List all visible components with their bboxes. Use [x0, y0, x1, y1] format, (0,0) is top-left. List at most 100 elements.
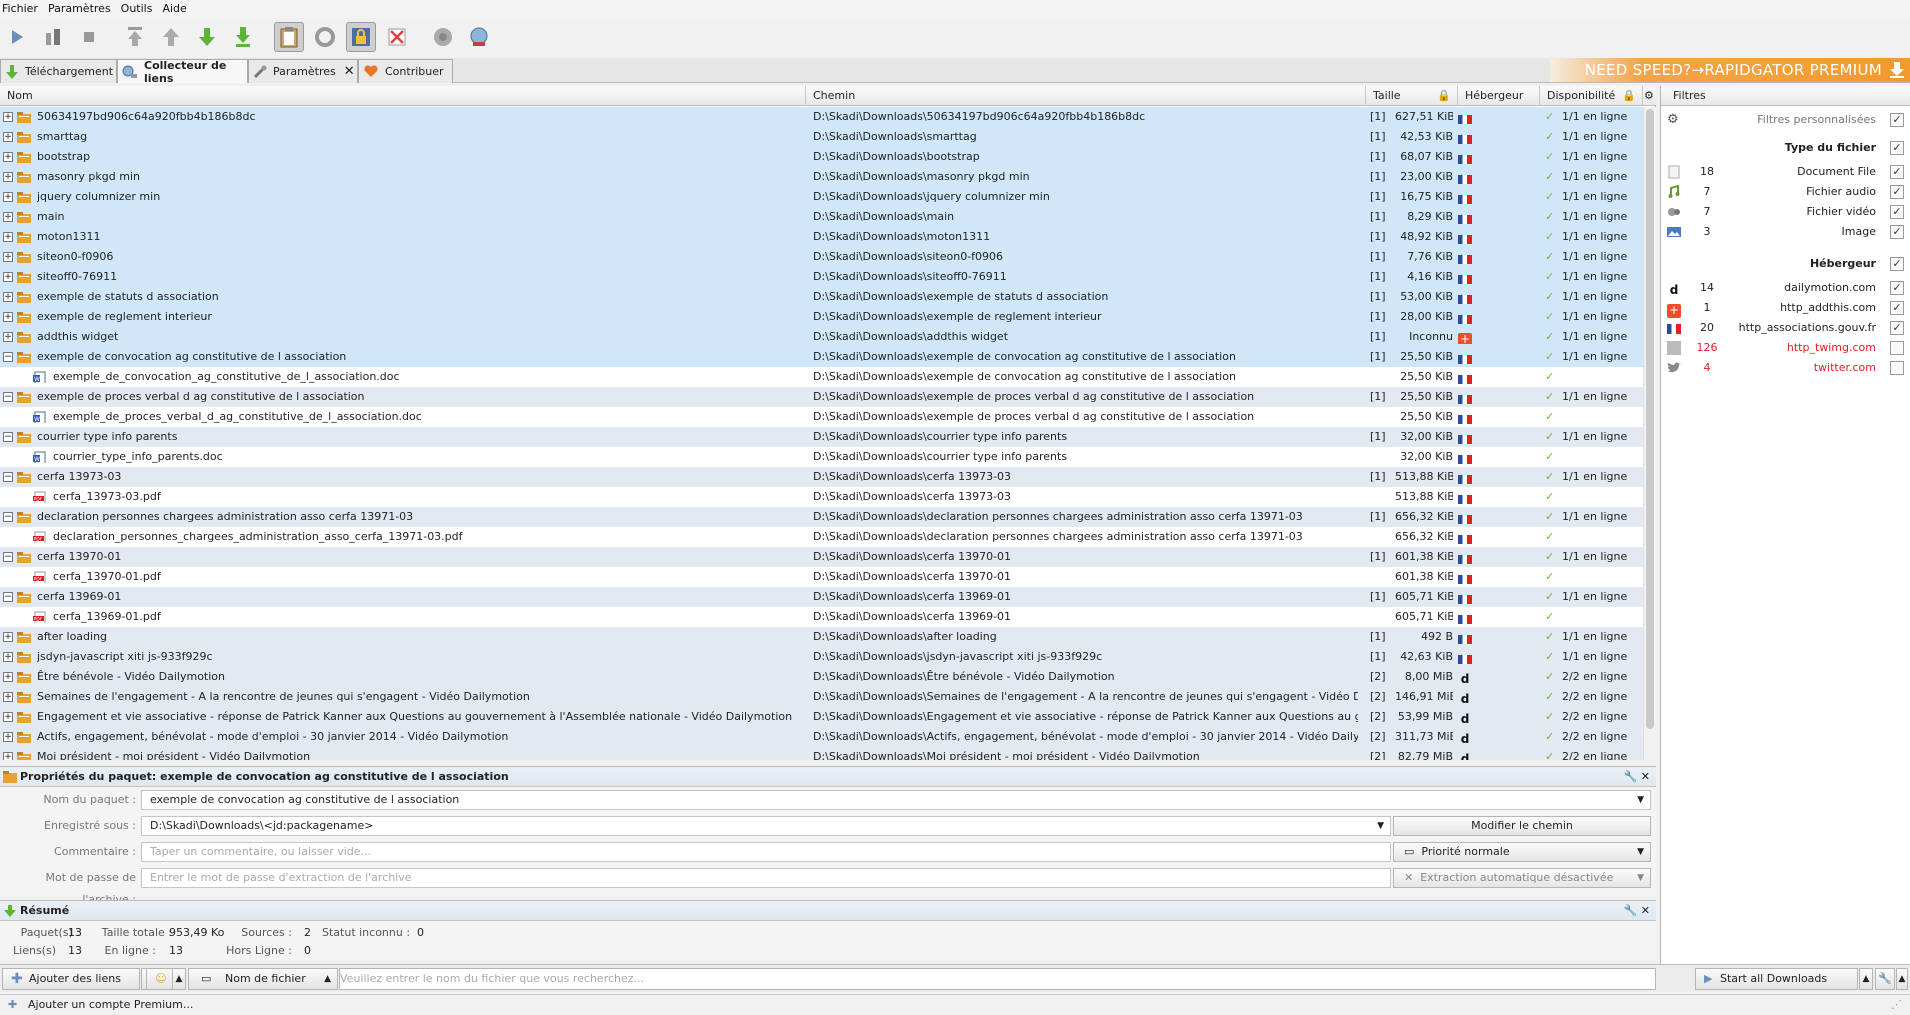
expand-toggle[interactable]: +	[3, 292, 13, 302]
pause-button[interactable]	[38, 22, 68, 52]
package-row[interactable]: − exemple de proces verbal d ag constitut…	[0, 387, 1643, 407]
package-row[interactable]: − declaration personnes chargees administ…	[0, 507, 1643, 527]
tab-parametres[interactable]: Paramètres ✕	[248, 59, 358, 83]
reconnect-button[interactable]	[310, 22, 340, 52]
file-row[interactable]: PDF cerfa_13969-01.pdf D:\Skadi\Downloads\…	[0, 607, 1643, 627]
file-row[interactable]: Wcourrier_type_info_parents.doc D:\Skadi\…	[0, 447, 1643, 467]
move-up-button[interactable]	[156, 22, 186, 52]
menu-fichier[interactable]: Fichier	[0, 2, 46, 15]
package-row[interactable]: + main D:\Skadi\Downloads\main [1] 8,29 KiB ✓…	[0, 207, 1643, 227]
package-row[interactable]: − courrier type info parents D:\Skadi\Down…	[0, 427, 1643, 447]
start-all-downloads-button[interactable]: ▶ Start all Downloads	[1695, 968, 1858, 990]
filetype-filter-row[interactable]: 18 Document File ✓	[1661, 162, 1910, 182]
chevron-down-icon[interactable]: ▼	[1377, 817, 1384, 835]
filter-checkbox[interactable]: ✓	[1890, 281, 1904, 295]
comment-input[interactable]: Taper un commentaire, ou laisser vide...	[141, 842, 1391, 862]
search-mode-select[interactable]: ▭ Nom de fichier ▲	[188, 968, 338, 990]
file-row[interactable]: Wexemple_de_convocation_ag_constitutive_…	[0, 367, 1643, 387]
expand-toggle[interactable]: +	[3, 632, 13, 642]
chevron-down-icon[interactable]: ▼	[1637, 791, 1644, 809]
expand-toggle[interactable]: +	[3, 132, 13, 142]
close-icon[interactable]: ✕	[1641, 904, 1650, 917]
filter-checkbox[interactable]: ✓	[1890, 165, 1904, 179]
filter-checkbox[interactable]	[1890, 361, 1904, 375]
file-row[interactable]: PDF cerfa_13973-03.pdf D:\Skadi\Downloads\…	[0, 487, 1643, 507]
stop-button[interactable]	[74, 22, 104, 52]
wrench-icon[interactable]: 🔧	[1624, 770, 1638, 783]
speed-limit-button[interactable]	[428, 22, 458, 52]
expand-toggle[interactable]: +	[3, 172, 13, 182]
expand-toggle[interactable]: −	[3, 352, 13, 362]
host-filter-row[interactable]: 4 twitter.com	[1661, 358, 1910, 378]
settings-tools-dropdown[interactable]: ▲	[1896, 968, 1908, 990]
expand-toggle[interactable]: −	[3, 392, 13, 402]
package-row[interactable]: + Semaines de l'engagement - A la rencont…	[0, 687, 1643, 707]
column-header-path[interactable]: Chemin	[806, 86, 1366, 106]
expand-toggle[interactable]: −	[3, 592, 13, 602]
filetype-filter-row[interactable]: 7 Fichier vidéo ✓	[1661, 202, 1910, 222]
expand-toggle[interactable]: +	[3, 712, 13, 722]
filetype-all-checkbox[interactable]: ✓	[1890, 141, 1904, 155]
change-path-button[interactable]: Modifier le chemin	[1393, 816, 1651, 836]
menu-outils[interactable]: Outils	[119, 2, 161, 15]
custom-filters-checkbox[interactable]: ✓	[1890, 113, 1904, 127]
expand-toggle[interactable]: +	[3, 252, 13, 262]
filter-checkbox[interactable]	[1890, 341, 1904, 355]
start-all-dropdown[interactable]: ▲	[1859, 968, 1873, 990]
host-all-checkbox[interactable]: ✓	[1890, 257, 1904, 271]
tab-collecteur-de-liens[interactable]: Collecteur de liens	[117, 59, 248, 85]
filter-checkbox[interactable]: ✓	[1890, 205, 1904, 219]
column-header-size[interactable]: Taille 🔒	[1366, 86, 1458, 106]
search-input[interactable]: Veuillez entrer le nom du fichier que vo…	[339, 968, 1656, 990]
add-premium-account-link[interactable]: Ajouter un compte Premium...	[28, 995, 193, 1015]
package-row[interactable]: − exemple de convocation ag constitutive …	[0, 347, 1643, 367]
auto-extract-select[interactable]: ✕ Extraction automatique désactivée ▼	[1393, 868, 1651, 888]
archive-password-input[interactable]: Entrer le mot de passe d'extraction de l…	[141, 868, 1391, 888]
host-filter-row[interactable]: 20 http_associations.gouv.fr ✓	[1661, 318, 1910, 338]
tab-contribuer[interactable]: Contribuer	[358, 59, 453, 83]
expand-toggle[interactable]: +	[3, 332, 13, 342]
expand-toggle[interactable]: +	[3, 112, 13, 122]
filter-checkbox[interactable]: ✓	[1890, 225, 1904, 239]
host-filter-row[interactable]: d 14 dailymotion.com ✓	[1661, 278, 1910, 298]
package-row[interactable]: + jquery columnizer min D:\Skadi\Downloads…	[0, 187, 1643, 207]
expand-toggle[interactable]: +	[3, 212, 13, 222]
package-row[interactable]: + siteon0-f0906 D:\Skadi\Downloads\siteon0…	[0, 247, 1643, 267]
expand-toggle[interactable]: −	[3, 472, 13, 482]
premium-banner[interactable]: NEED SPEED?→RAPIDGATOR PREMIUM	[1550, 58, 1910, 82]
package-row[interactable]: + moton1311 D:\Skadi\Downloads\moton1311 [1…	[0, 227, 1643, 247]
vertical-scrollbar[interactable]	[1643, 107, 1656, 760]
premium-toggle-button[interactable]	[346, 22, 376, 52]
add-links-button[interactable]: ✚ Ajouter des liens	[2, 968, 140, 990]
menu-parametres[interactable]: Paramètres	[46, 2, 119, 15]
filetype-filter-row[interactable]: 7 Fichier audio ✓	[1661, 182, 1910, 202]
expand-toggle[interactable]: +	[3, 232, 13, 242]
package-row[interactable]: + Actifs, engagement, bénévolat - mode d'…	[0, 727, 1643, 747]
menu-aide[interactable]: Aide	[160, 2, 194, 15]
package-row[interactable]: +50634197bd906c64a920fbb4b186b8dc D:\Skad…	[0, 107, 1643, 127]
expand-toggle[interactable]: −	[3, 432, 13, 442]
expand-toggle[interactable]: +	[3, 672, 13, 682]
package-row[interactable]: + siteoff0-76911 D:\Skadi\Downloads\siteof…	[0, 267, 1643, 287]
package-row[interactable]: + exemple de reglement interieur D:\Skadi\…	[0, 307, 1643, 327]
column-settings-icon[interactable]: ⚙	[1643, 86, 1656, 106]
filter-checkbox[interactable]: ✓	[1890, 301, 1904, 315]
package-name-field[interactable]: exemple de convocation ag constitutive d…	[141, 790, 1651, 810]
expand-toggle[interactable]: +	[3, 152, 13, 162]
update-button[interactable]	[464, 22, 494, 52]
move-bottom-button[interactable]	[228, 22, 258, 52]
package-row[interactable]: + smarttag D:\Skadi\Downloads\smarttag [1] 4…	[0, 127, 1643, 147]
expand-toggle[interactable]: +	[3, 192, 13, 202]
filetype-filter-row[interactable]: 3 Image ✓	[1661, 222, 1910, 242]
package-row[interactable]: + jsdyn-javascript xiti js-933f929c D:\Ska…	[0, 647, 1643, 667]
column-header-name[interactable]: Nom	[0, 86, 806, 106]
filter-checkbox[interactable]: ✓	[1890, 321, 1904, 335]
play-button[interactable]	[2, 22, 32, 52]
expand-toggle[interactable]: +	[3, 272, 13, 282]
save-path-field[interactable]: D:\Skadi\Downloads\<jd:packagename> ▼	[141, 816, 1391, 836]
expand-toggle[interactable]: +	[3, 752, 13, 760]
tab-telechargement[interactable]: Téléchargement	[0, 59, 117, 83]
scrollbar-thumb[interactable]	[1646, 109, 1654, 729]
clear-list-button[interactable]	[382, 22, 412, 52]
package-row[interactable]: + Engagement et vie associative - réponse…	[0, 707, 1643, 727]
